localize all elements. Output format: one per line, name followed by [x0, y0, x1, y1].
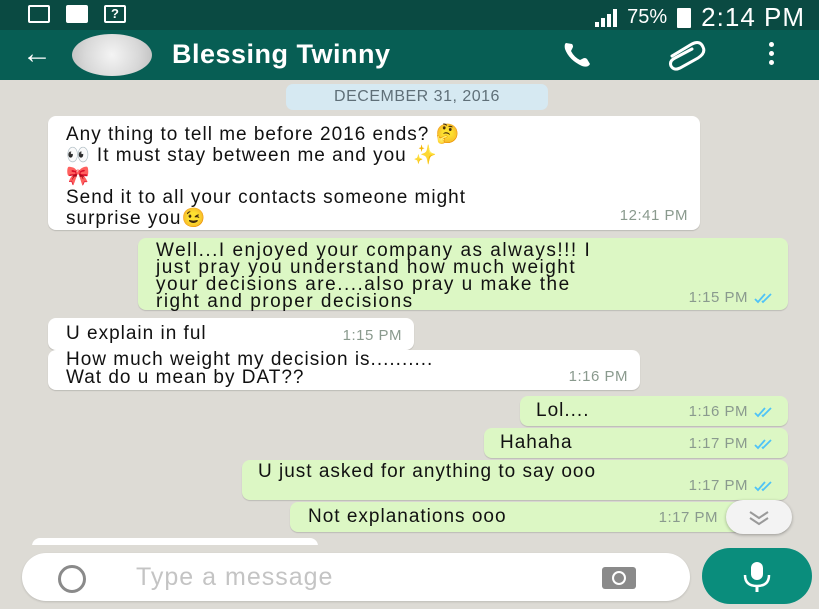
mic-icon: [743, 562, 771, 592]
scroll-down-icon: [749, 511, 769, 526]
double-check-icon: [754, 406, 772, 417]
message-time: 1:17 PM: [688, 477, 748, 494]
message-composer: Type a message: [22, 553, 690, 601]
message-bubble[interactable]: U explain in ful 1:15 PM: [48, 318, 414, 350]
scroll-down-button[interactable]: [726, 500, 792, 534]
message-bubble[interactable]: Lol.... 1:16 PM: [520, 396, 788, 426]
emoji-icon[interactable]: [58, 565, 86, 593]
signal-icon: [595, 8, 618, 27]
image-icon: [28, 5, 50, 23]
message-text: Well...I enjoyed your company as always!…: [156, 240, 592, 312]
partial-message-bubble: [32, 538, 318, 545]
message-text: How much weight my decision is..........…: [66, 349, 434, 388]
date-divider: DECEMBER 31, 2016: [286, 84, 548, 110]
call-icon[interactable]: [560, 40, 600, 70]
camera-icon[interactable]: [602, 567, 636, 589]
chat-area[interactable]: DECEMBER 31, 2016 Any thing to tell me b…: [0, 80, 819, 545]
message-bubble[interactable]: How much weight my decision is..........…: [48, 350, 640, 390]
battery-icon: [677, 7, 692, 28]
app-bar: ← Blessing Twinny: [0, 30, 819, 80]
message-time: 12:41 PM: [619, 207, 688, 224]
mic-button[interactable]: [702, 548, 812, 604]
double-check-icon: [754, 480, 772, 491]
double-check-icon: [754, 438, 772, 449]
battery-percent: 75%: [627, 6, 668, 28]
message-bubble[interactable]: Well...I enjoyed your company as always!…: [138, 238, 788, 312]
message-time: 1:17 PM: [658, 509, 718, 526]
bbm-icon: [66, 5, 88, 23]
message-time: 1:15 PM: [688, 289, 748, 306]
message-time: 1:17 PM: [688, 435, 748, 452]
message-bubble[interactable]: U just asked for anything to say ooo 1:1…: [242, 460, 788, 500]
status-bar: ? 75% 2:14 PM: [0, 0, 819, 32]
avatar[interactable]: [72, 34, 152, 76]
back-arrow-icon[interactable]: ←: [22, 36, 52, 72]
contact-name[interactable]: Blessing Twinny: [172, 39, 391, 70]
message-time: 1:16 PM: [568, 368, 628, 385]
help-icon: ?: [104, 5, 126, 23]
message-bubble[interactable]: Not explanations ooo 1:17 PM: [290, 502, 788, 532]
clock: 2:14 PM: [701, 2, 805, 32]
double-check-icon: [754, 292, 772, 303]
message-bubble[interactable]: Any thing to tell me before 2016 ends? 🤔…: [48, 116, 700, 230]
message-text: Any thing to tell me before 2016 ends? 🤔…: [66, 124, 467, 229]
message-time: 1:15 PM: [342, 327, 402, 344]
more-vert-icon[interactable]: [766, 42, 776, 70]
message-time: 1:16 PM: [688, 403, 748, 420]
attach-icon[interactable]: [664, 38, 708, 72]
message-bubble[interactable]: Hahaha 1:17 PM: [484, 428, 788, 458]
message-input[interactable]: Type a message: [136, 563, 333, 592]
